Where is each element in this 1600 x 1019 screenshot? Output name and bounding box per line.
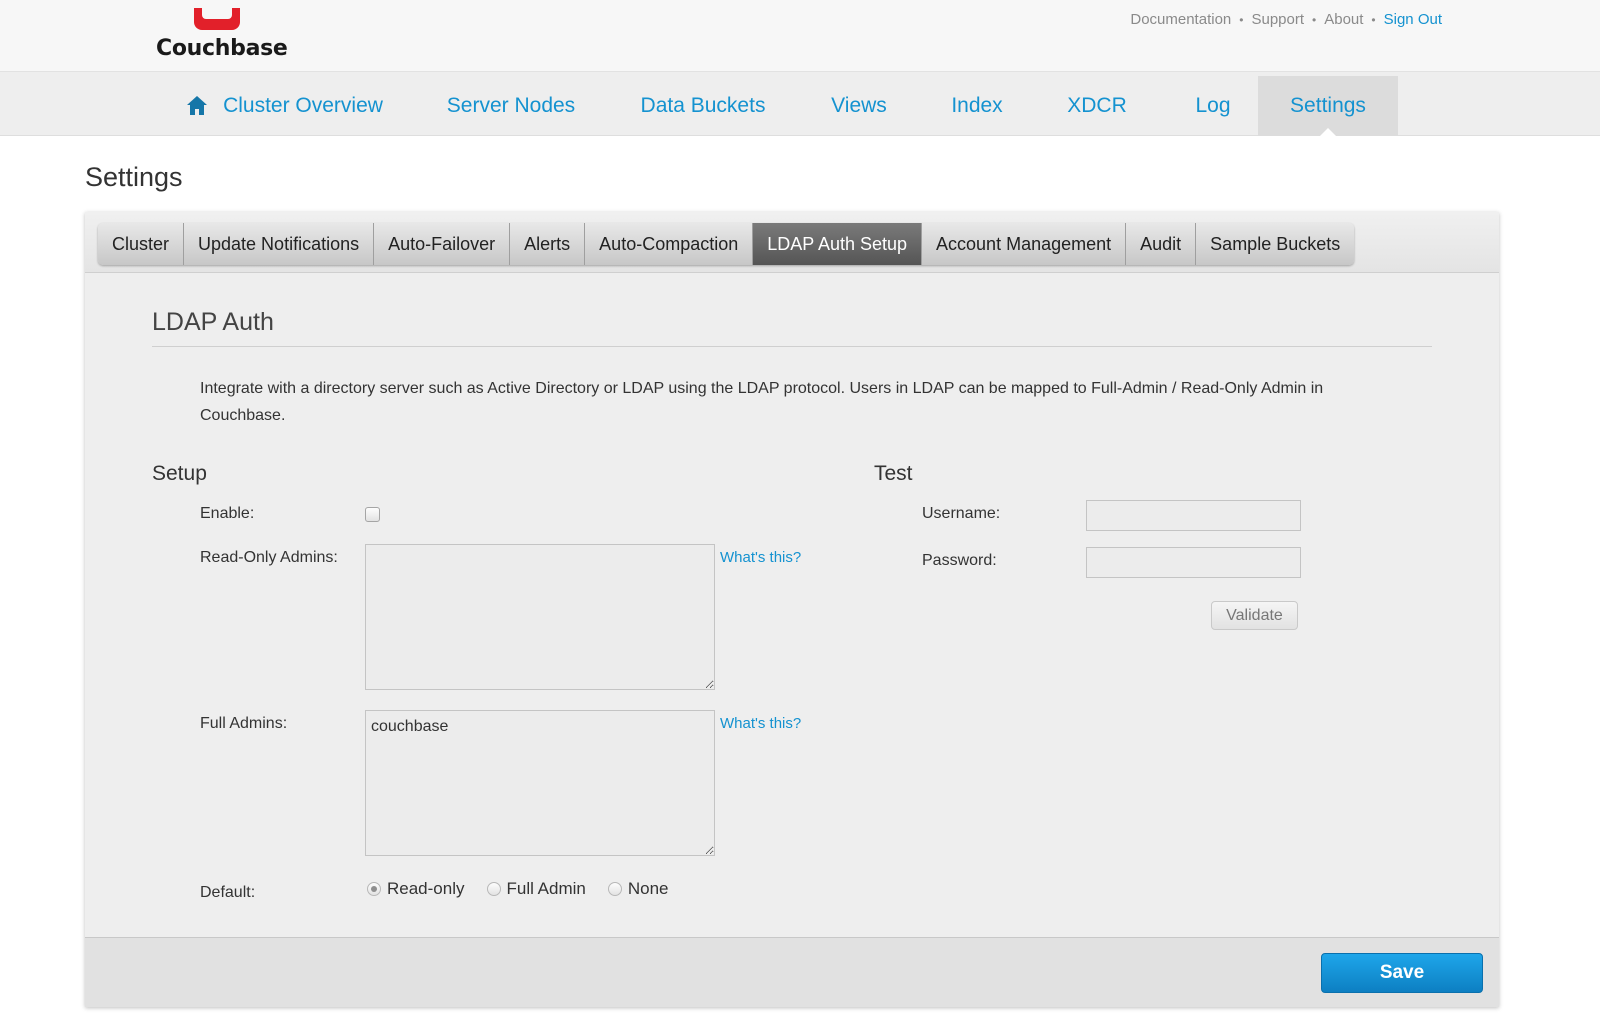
support-link[interactable]: Support [1251, 11, 1304, 28]
default-full-admin-option[interactable]: Full Admin [486, 879, 586, 899]
logo-text: Couchbase [156, 36, 288, 61]
settings-tabs: Cluster Update Notifications Auto-Failov… [98, 223, 1355, 265]
tab-auto-compaction[interactable]: Auto-Compaction [585, 223, 754, 265]
top-header: Couchbase Documentation • Support • Abou… [0, 0, 1600, 72]
readonly-whats-this-link[interactable]: What's this? [720, 549, 801, 566]
intro-text: Integrate with a directory server such a… [200, 380, 1324, 424]
save-button[interactable]: Save [1321, 953, 1483, 993]
documentation-link[interactable]: Documentation [1130, 11, 1231, 28]
tab-alerts[interactable]: Alerts [510, 223, 586, 265]
nav-server-nodes[interactable]: Server Nodes [438, 76, 584, 136]
full-admins-textarea[interactable]: couchbase [365, 710, 715, 856]
password-input[interactable] [1086, 547, 1301, 578]
full-whats-this-link[interactable]: What's this? [720, 715, 801, 732]
full-admins-label: Full Admins: [200, 715, 288, 732]
radio-none[interactable] [607, 882, 622, 896]
nav-data-buckets[interactable]: Data Buckets [633, 76, 773, 136]
tab-account-management[interactable]: Account Management [922, 223, 1127, 265]
couchbase-logo[interactable]: Couchbase [156, 8, 288, 64]
radio-readonly-label: Read-only [387, 879, 465, 898]
home-icon[interactable] [186, 95, 208, 117]
settings-tab-strip: Cluster Update Notifications Auto-Failov… [85, 212, 1499, 273]
tab-cluster[interactable]: Cluster [98, 223, 185, 265]
tab-auto-failover[interactable]: Auto-Failover [374, 223, 511, 265]
top-links: Documentation • Support • About • Sign O… [1130, 11, 1442, 28]
tab-sample-buckets[interactable]: Sample Buckets [1196, 223, 1355, 265]
default-readonly-option[interactable]: Read-only [367, 879, 465, 899]
default-none-option[interactable]: None [607, 879, 669, 899]
settings-panel: Cluster Update Notifications Auto-Failov… [85, 212, 1499, 1007]
radio-none-label: None [627, 879, 669, 898]
default-role-radio-group: Read-only Full Admin None [367, 879, 691, 899]
nav-xdcr[interactable]: XDCR [1058, 76, 1136, 136]
couchbase-logo-icon [194, 8, 240, 30]
nav-settings[interactable]: Settings [1258, 76, 1398, 137]
main-nav: Cluster Overview Server Nodes Data Bucke… [0, 72, 1600, 137]
about-link[interactable]: About [1324, 11, 1363, 28]
separator: • [1371, 12, 1376, 27]
tab-update-notifications[interactable]: Update Notifications [184, 223, 375, 265]
setup-title: Setup [152, 462, 207, 485]
separator: • [1239, 12, 1244, 27]
radio-full-admin[interactable] [486, 882, 501, 896]
nav-views[interactable]: Views [822, 76, 896, 136]
username-label: Username: [922, 505, 1001, 522]
default-label: Default: [200, 884, 256, 901]
separator: • [1312, 12, 1317, 27]
page-title: Settings [85, 162, 183, 192]
panel-footer: Save [85, 937, 1499, 1007]
radio-full-admin-label: Full Admin [506, 879, 586, 898]
nav-index[interactable]: Index [945, 76, 1009, 136]
enable-label: Enable: [200, 505, 255, 522]
enable-checkbox[interactable] [365, 507, 380, 522]
nav-cluster-overview[interactable]: Cluster Overview [218, 76, 388, 136]
validate-button[interactable]: Validate [1211, 601, 1298, 630]
readonly-admins-label: Read-Only Admins: [200, 549, 338, 566]
section-divider [152, 346, 1432, 347]
radio-readonly[interactable] [367, 882, 381, 896]
test-title: Test [874, 462, 913, 485]
username-input[interactable] [1086, 500, 1301, 531]
tab-audit[interactable]: Audit [1126, 223, 1197, 265]
sign-out-link[interactable]: Sign Out [1384, 11, 1442, 28]
readonly-admins-textarea[interactable] [365, 544, 715, 690]
password-label: Password: [922, 552, 997, 569]
section-title: LDAP Auth [152, 308, 274, 336]
nav-log[interactable]: Log [1185, 76, 1241, 136]
tab-ldap-auth-setup[interactable]: LDAP Auth Setup [753, 223, 923, 265]
